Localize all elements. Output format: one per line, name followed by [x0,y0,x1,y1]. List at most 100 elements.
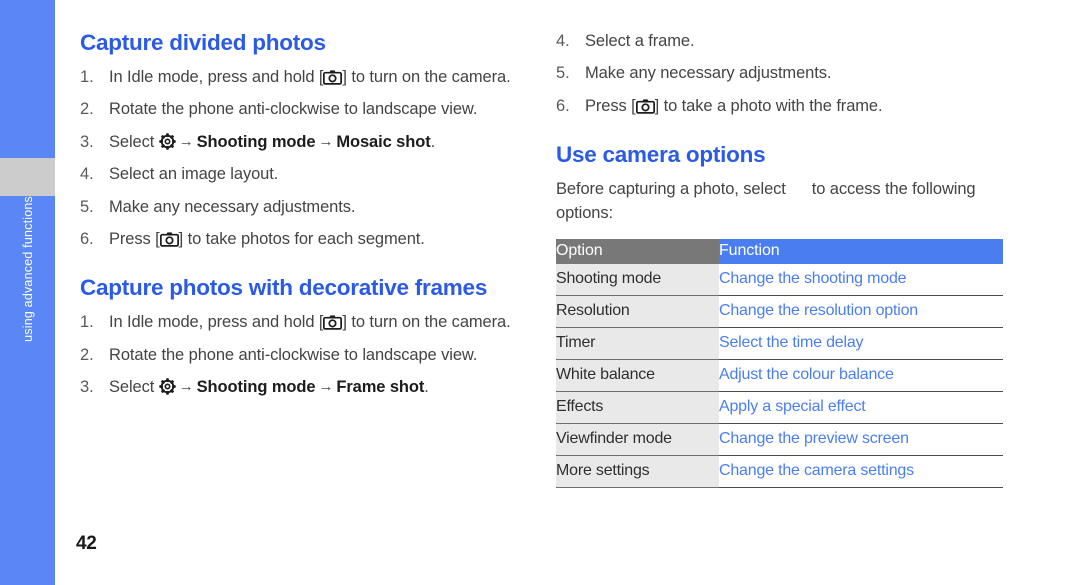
gear-icon [159,133,176,150]
step-number: 5. [80,197,94,216]
page-number: 42 [76,533,97,554]
step-text: Press [ [585,96,636,115]
step-item: 3. Select → Shooting mode → Mosaic shot. [80,131,520,154]
arrow-right-icon: → [178,132,194,150]
table-row: More settings Change the camera settings [556,455,1003,488]
step-item: 2. Rotate the phone anti-clockwise to lan… [80,344,520,367]
cell-option: Resolution [556,295,719,328]
options-table-header-row: Option Function [556,238,1003,264]
step-text: Select an image layout. [109,165,279,184]
intro-text-before: Before capturing a photo, select [556,180,791,199]
step-item: 5. Make any necessary adjustments. [80,196,520,219]
column-header-function: Function [719,238,1003,264]
step-text: ] to take a photo with the frame. [654,96,883,115]
step-text: Make any necessary adjustments. [109,197,356,216]
step-number: 2. [80,345,94,364]
cell-option: Effects [556,391,719,424]
step-text: Select [109,378,159,397]
gear-icon [159,378,176,395]
step-text: . [430,132,436,151]
left-sections-container: Capture divided photos 1. In Idle mode, pr… [80,30,520,400]
right-content-column: 4. Select a frame. 5. Make any necessary ad… [556,30,1006,488]
side-tab-label: using advanced functions [0,196,55,446]
cell-function: Change the shooting mode [719,263,1003,296]
step-item: 2. Rotate the phone anti-clockwise to lan… [80,98,520,121]
table-row: Resolution Change the resolution option [556,295,1003,328]
side-tab: using advanced functions [0,0,55,585]
table-row: Timer Select the time delay [556,327,1003,360]
column-header-option: Option [556,238,719,264]
step-number: 3. [80,378,94,397]
step-item: 6. Press [ ] to take a photo with the fram… [556,95,1006,118]
cell-option: White balance [556,359,719,392]
step-number: 6. [80,229,94,248]
step-text: Rotate the phone anti-clockwise to lands… [109,100,478,119]
step-text: ] to turn on the camera. [342,313,511,332]
step-item: 1. In Idle mode, press and hold [ ] to tur… [80,66,520,89]
side-tab-label-text: using advanced functions [20,196,35,342]
step-text: ] to take photos for each segment. [178,229,425,248]
step-number: 6. [556,96,570,115]
arrow-right-icon: → [318,378,334,396]
step-number: 3. [80,132,94,151]
camera-icon [323,69,343,85]
step-number: 1. [80,313,94,332]
menu-path-item: Mosaic shot [336,132,431,151]
cell-function: Adjust the colour balance [719,359,1003,392]
step-text: ] to turn on the camera. [342,67,511,86]
cell-function: Change the resolution option [719,295,1003,328]
table-row: Effects Apply a special effect [556,391,1003,424]
page-heading-1: Capture divided photos [80,30,326,55]
cell-function: Apply a special effect [719,391,1003,424]
step-number: 4. [556,32,570,50]
camera-icon [159,231,179,247]
step-item: 4. Select a frame. [556,30,1006,53]
step-item: 6. Press [ ] to take photos for each segme… [80,228,520,251]
cell-option: Shooting mode [556,263,719,296]
options-table-head: Option Function [556,238,1003,264]
step-text: . [424,378,429,397]
page-heading-2: Capture photos with decorative frames [80,275,488,301]
cell-function: Change the preview screen [719,423,1003,456]
step-text: Rotate the phone anti-clockwise to lands… [109,345,478,364]
step-item: 5. Make any necessary adjustments. [556,62,1006,85]
step-text: Make any necessary adjustments. [585,64,832,83]
step-text: Select a frame. [585,32,695,50]
step-item: 4. Select an image layout. [80,163,520,186]
continued-step-list: 4. Select a frame. 5. Make any necessary ad… [556,30,1006,118]
menu-path-item: Frame shot [336,378,425,397]
step-item: 1. In Idle mode, press and hold [ ] to tur… [80,311,520,334]
menu-path-item: Shooting mode [196,132,316,151]
step-number: 5. [556,64,570,83]
step-list-2: 1. In Idle mode, press and hold [ ] to tur… [80,311,520,399]
step-number: 2. [80,100,94,119]
cell-option: Timer [556,327,719,360]
menu-path-item: Shooting mode [196,378,316,397]
gear-icon [790,180,807,197]
step-text: Select [109,132,159,151]
camera-options-intro: Before capturing a photo, select to acce… [556,178,1006,225]
camera-icon [323,314,343,331]
options-table-body: Shooting mode Change the shooting mode Res… [556,263,1003,488]
arrow-right-icon: → [318,132,334,150]
page-heading-use-camera-options: Use camera options [556,142,766,168]
cell-function: Change the camera settings [719,455,1003,488]
table-row: Shooting mode Change the shooting mode [556,263,1003,296]
table-row: White balance Adjust the colour balance [556,359,1003,392]
table-row: Viewfinder mode Change the preview screen [556,423,1003,456]
step-number: 4. [80,165,94,184]
left-content-column: Capture divided photos 1. In Idle mode, pr… [80,30,520,400]
camera-options-table: Option Function Shooting mode Change the … [556,238,1003,488]
step-number: 1. [80,67,94,86]
arrow-right-icon: → [178,378,194,396]
cell-option: More settings [556,455,719,488]
step-list-1: 1. In Idle mode, press and hold [ ] to tur… [80,66,520,252]
camera-icon [635,98,655,114]
cell-option: Viewfinder mode [556,423,719,456]
side-tab-gap-marker [0,158,55,196]
cell-function: Select the time delay [719,327,1003,360]
step-text: In Idle mode, press and hold [ [109,313,324,332]
step-text: In Idle mode, press and hold [ [109,67,324,86]
step-item: 3. Select → Shooting mode → Frame shot. [80,376,520,399]
step-text: Press [ [109,229,160,248]
